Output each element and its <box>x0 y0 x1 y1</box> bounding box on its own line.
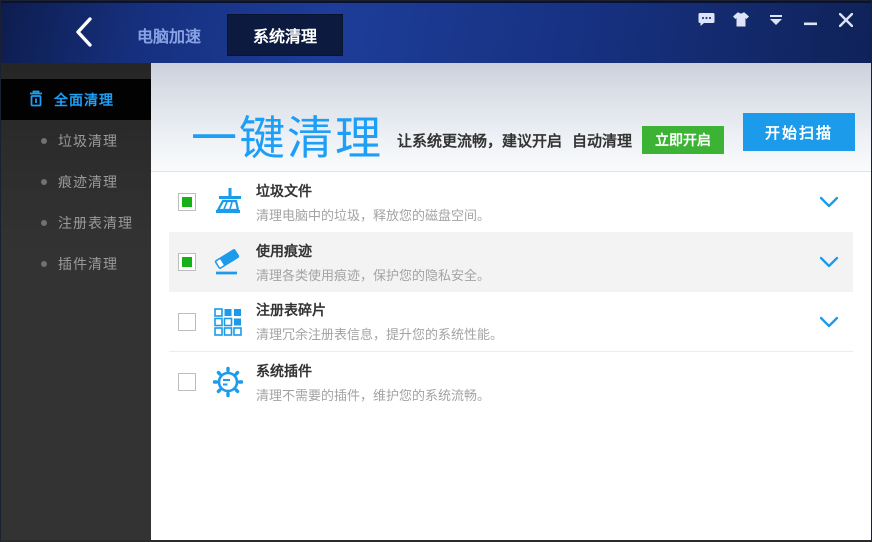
close-icon <box>838 12 854 32</box>
registry-fragments-checkbox[interactable] <box>178 312 196 331</box>
row-description: 清理电脑中的垃圾，释放您的磁盘空间。 <box>256 207 491 223</box>
trash-icon <box>28 90 44 110</box>
skin-button[interactable] <box>728 11 754 33</box>
shirt-icon <box>732 12 750 32</box>
dropdown-triangle-icon <box>769 13 783 31</box>
sidebar-item-label: 垃圾清理 <box>58 132 118 149</box>
bullet-icon <box>41 219 47 226</box>
sidebar-item-junk-clean[interactable]: 垃圾清理 <box>1 120 151 161</box>
registry-grid-icon <box>212 306 244 338</box>
sidebar-item-label: 痕迹清理 <box>58 173 118 190</box>
checkbox-check-fill <box>182 197 192 207</box>
app-window: 电脑加速 系统清理 全面清理 垃圾清理 痕迹清理 注册表清理 插件清理 一键清理… <box>0 0 872 542</box>
expand-chevron-down-icon[interactable] <box>817 194 841 210</box>
sidebar-item-label: 注册表清理 <box>58 214 133 231</box>
row-registry-fragments[interactable]: 注册表碎片 清理冗余注册表信息，提升您的系统性能。 <box>169 292 853 352</box>
sidebar-item-trace-clean[interactable]: 痕迹清理 <box>1 161 151 202</box>
row-title: 系统插件 <box>256 362 312 379</box>
row-junk-files[interactable]: 垃圾文件 清理电脑中的垃圾，释放您的磁盘空间。 <box>169 172 853 232</box>
usage-traces-checkbox[interactable] <box>178 253 196 271</box>
main-panel: 一键清理 让系统更流畅，建议开启 自动清理 立即开启 开始扫描 垃圾文件 清理电… <box>151 63 871 540</box>
tab-system-clean[interactable]: 系统清理 <box>227 13 344 56</box>
row-title: 使用痕迹 <box>256 242 312 259</box>
sidebar-item-full-clean[interactable]: 全面清理 <box>1 79 151 120</box>
row-title: 垃圾文件 <box>256 182 312 199</box>
plugin-gear-icon <box>212 366 244 398</box>
main-menu-button[interactable] <box>763 11 789 33</box>
junk-files-checkbox[interactable] <box>178 193 196 211</box>
bullet-icon <box>41 178 47 185</box>
tab-pc-speedup[interactable]: 电脑加速 <box>111 14 227 56</box>
bullet-icon <box>41 137 47 144</box>
hero-header: 一键清理 让系统更流畅，建议开启 自动清理 立即开启 开始扫描 <box>151 63 871 172</box>
sidebar-list: 全面清理 垃圾清理 痕迹清理 注册表清理 插件清理 <box>1 63 151 284</box>
minimize-icon <box>804 13 818 31</box>
eraser-icon <box>212 246 244 278</box>
expand-chevron-down-icon[interactable] <box>817 254 841 270</box>
sidebar-item-registry-clean[interactable]: 注册表清理 <box>1 202 151 243</box>
row-description: 清理不需要的插件，维护您的系统流畅。 <box>256 387 491 403</box>
row-title: 注册表碎片 <box>256 302 326 318</box>
titlebar-tabs: 电脑加速 系统清理 <box>111 3 344 65</box>
row-description: 清理各类使用痕迹，保护您的隐私安全。 <box>256 267 491 283</box>
broom-icon <box>212 186 244 218</box>
bullet-icon <box>41 260 47 267</box>
chevron-left-icon <box>74 16 94 53</box>
cleanup-category-list: 垃圾文件 清理电脑中的垃圾，释放您的磁盘空间。 使用痕迹 清理各类使用痕迹，保护… <box>169 172 853 412</box>
hero-subtitle: 让系统更流畅，建议开启 <box>397 132 563 150</box>
close-button[interactable] <box>833 11 859 33</box>
sidebar-item-label: 插件清理 <box>58 255 118 272</box>
window-controls <box>693 11 859 33</box>
feedback-bubble-icon <box>698 12 715 32</box>
start-scan-button[interactable]: 开始扫描 <box>743 113 855 151</box>
system-plugins-checkbox[interactable] <box>178 373 196 391</box>
sidebar-item-label: 全面清理 <box>54 91 114 108</box>
enable-now-button[interactable]: 立即开启 <box>642 126 725 154</box>
row-usage-traces[interactable]: 使用痕迹 清理各类使用痕迹，保护您的隐私安全。 <box>169 232 853 292</box>
hero-subtitle-highlight: 自动清理 <box>572 132 633 150</box>
sidebar-item-plugin-clean[interactable]: 插件清理 <box>1 243 151 284</box>
titlebar: 电脑加速 系统清理 <box>1 1 871 63</box>
feedback-button[interactable] <box>693 11 719 33</box>
minimize-button[interactable] <box>798 11 824 33</box>
expand-chevron-down-icon[interactable] <box>817 314 841 330</box>
back-button[interactable] <box>69 15 99 53</box>
checkbox-check-fill <box>182 257 192 267</box>
sidebar: 全面清理 垃圾清理 痕迹清理 注册表清理 插件清理 <box>1 63 151 540</box>
page-title: 一键清理 <box>191 112 383 164</box>
row-description: 清理冗余注册表信息，提升您的系统性能。 <box>256 327 504 342</box>
row-system-plugins[interactable]: 系统插件 清理不需要的插件，维护您的系统流畅。 <box>169 352 853 412</box>
